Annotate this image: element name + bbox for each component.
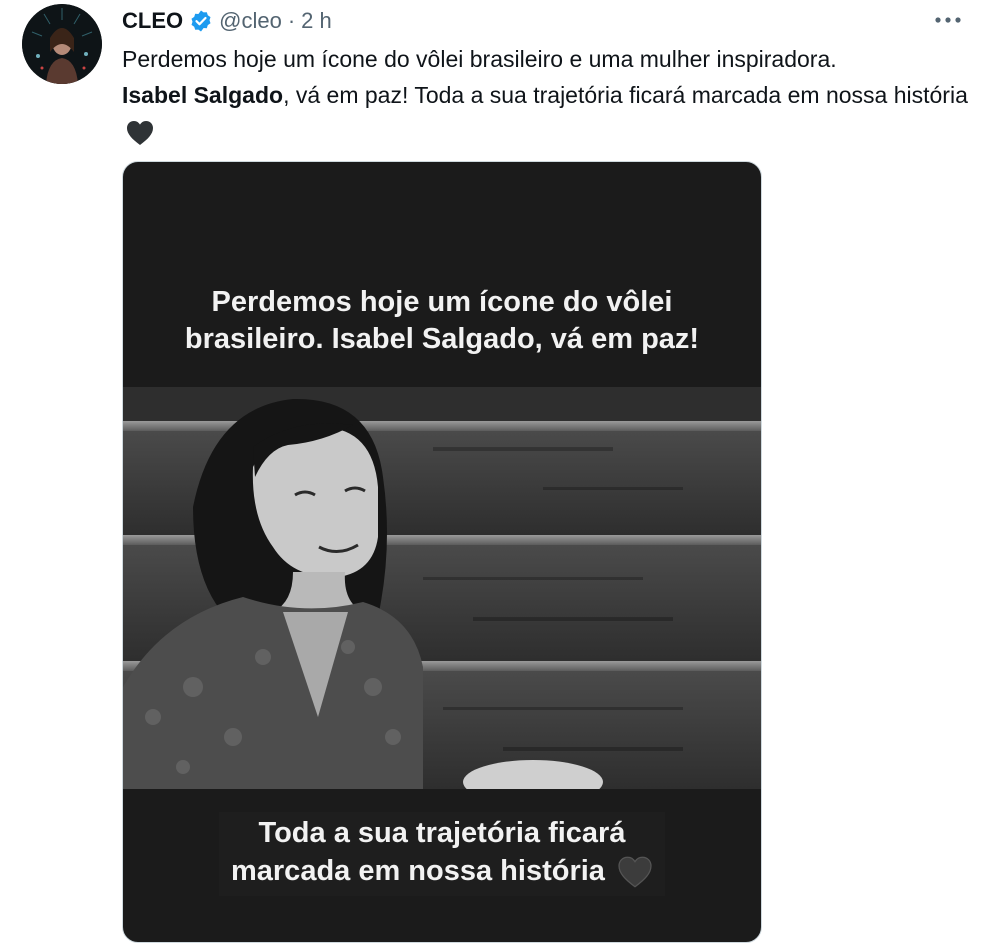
verified-badge-icon	[189, 9, 213, 33]
tweet-header: CLEO @cleo · 2 h	[122, 6, 332, 36]
separator-dot: ·	[287, 8, 296, 33]
media-caption-top-line1: Perdemos hoje um ícone do vôlei	[211, 286, 673, 318]
tweet[interactable]: CLEO @cleo · 2 h Perdemos hoje um ícone …	[0, 0, 984, 943]
media-caption-bottom-line1: Toda a sua trajetória ficará	[258, 817, 626, 849]
media-caption-top: Perdemos hoje um ícone do vôlei brasilei…	[123, 284, 761, 358]
mentioned-name: Isabel Salgado	[122, 82, 284, 108]
timestamp[interactable]: 2 h	[301, 8, 332, 34]
tweet-media-image[interactable]: Perdemos hoje um ícone do vôlei brasilei…	[122, 161, 762, 943]
media-caption-top-line2: brasileiro. Isabel Salgado, vá em paz!	[184, 323, 700, 355]
tweet-text-line1: Perdemos hoje um ícone do vôlei brasilei…	[122, 46, 837, 72]
media-caption-bottom-line2: marcada em nossa história	[230, 855, 605, 887]
more-options-icon[interactable]	[928, 4, 968, 36]
black-heart-icon	[126, 120, 154, 146]
media-caption-bottom-box: Toda a sua trajetória ficará marcada em …	[218, 812, 665, 896]
tweet-text: Perdemos hoje um ícone do vôlei brasilei…	[122, 41, 972, 149]
tweet-text-rest: , vá em paz! Toda a sua trajetória ficar…	[283, 82, 968, 108]
display-name[interactable]: CLEO	[122, 8, 183, 34]
media-photo	[123, 387, 761, 789]
gray-heart-icon	[617, 856, 653, 888]
user-handle[interactable]: @cleo	[219, 8, 282, 34]
media-caption-bottom: Toda a sua trajetória ficará marcada em …	[123, 812, 761, 896]
avatar[interactable]	[22, 4, 102, 84]
